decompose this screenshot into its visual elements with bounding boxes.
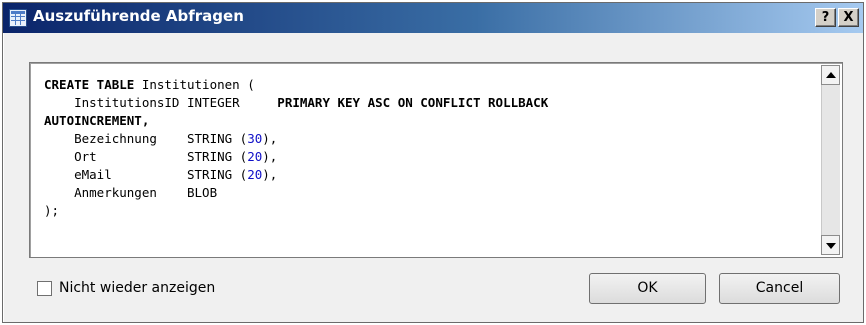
sql-number-literal: 20	[247, 149, 263, 164]
cancel-button[interactable]: Cancel	[719, 273, 840, 304]
sql-line: Bezeichnung STRING (30),	[44, 130, 814, 148]
sql-line: );	[44, 202, 814, 220]
help-button[interactable]: ?	[815, 8, 836, 27]
sql-line: Ort STRING (20),	[44, 148, 814, 166]
sql-text-token: );	[44, 203, 60, 218]
scroll-down-arrow-icon[interactable]	[821, 235, 840, 255]
scroll-up-arrow-icon[interactable]	[821, 65, 840, 85]
dont-show-again-checkbox[interactable]	[37, 281, 52, 296]
sql-text-token: Institutionen (	[134, 77, 255, 92]
sql-text-token: ),	[262, 131, 278, 146]
sql-text-token: InstitutionsID INTEGER	[44, 95, 278, 110]
sql-line: AUTOINCREMENT,	[44, 112, 814, 130]
table-app-icon	[9, 9, 27, 27]
sql-line: InstitutionsID INTEGER PRIMARY KEY ASC O…	[44, 94, 814, 112]
close-button[interactable]: X	[838, 8, 859, 27]
sql-text-token: ),	[262, 149, 278, 164]
sql-text-token: ),	[262, 167, 278, 182]
sql-number-literal: 20	[247, 167, 263, 182]
sql-keyword: PRIMARY KEY ASC ON CONFLICT ROLLBACK	[277, 95, 549, 110]
sql-text-token: Ort STRING (	[44, 149, 248, 164]
dont-show-again-label[interactable]: Nicht wieder anzeigen	[59, 280, 215, 296]
sql-line: Anmerkungen BLOB	[44, 184, 814, 202]
sql-line: CREATE TABLE Institutionen (	[44, 76, 814, 94]
sql-line: eMail STRING (20),	[44, 166, 814, 184]
sql-keyword: CREATE TABLE	[44, 77, 135, 92]
sql-text-token: eMail STRING (	[44, 167, 248, 182]
scrollbar-thumb[interactable]	[821, 85, 840, 235]
sql-keyword: AUTOINCREMENT,	[44, 113, 150, 128]
ok-button[interactable]: OK	[589, 273, 706, 304]
sql-text-token: Anmerkungen BLOB	[44, 185, 218, 200]
vertical-scrollbar[interactable]	[821, 65, 840, 255]
sql-text-token: Bezeichnung STRING (	[44, 131, 248, 146]
title-bar[interactable]: Auszuführende Abfragen ? X	[3, 3, 863, 33]
sql-query-textbox[interactable]: CREATE TABLE Institutionen ( Institution…	[29, 62, 843, 258]
query-dialog: Auszuführende Abfragen ? X CREATE TABLE …	[2, 2, 864, 323]
sql-query-text: CREATE TABLE Institutionen ( Institution…	[44, 76, 814, 220]
sql-number-literal: 30	[247, 131, 263, 146]
dialog-title: Auszuführende Abfragen	[33, 7, 244, 25]
